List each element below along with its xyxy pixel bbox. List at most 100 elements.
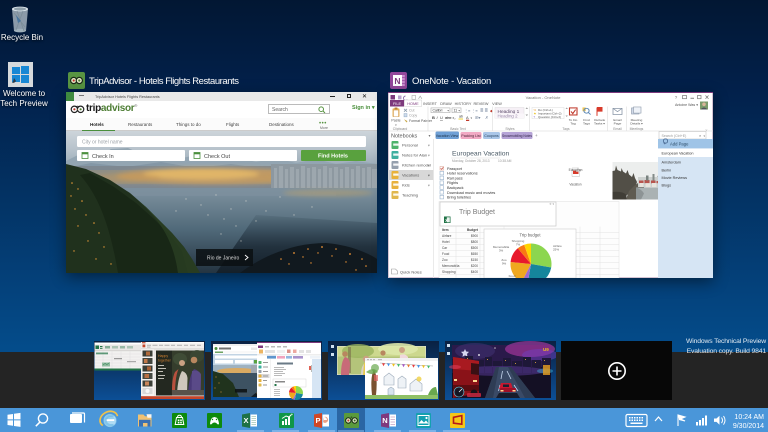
- svg-text:10:38 AM: 10:38 AM: [498, 159, 512, 163]
- svg-text:$800: $800: [471, 240, 478, 244]
- svg-text:Trip budget: Trip budget: [519, 233, 541, 238]
- svg-text:Details ▾: Details ▾: [630, 122, 643, 126]
- svg-text:Question (Ctrl+3): Question (Ctrl+3): [538, 115, 561, 119]
- svg-text:Rail pass: Rail pass: [447, 176, 463, 180]
- svg-text:Shopping: Shopping: [442, 270, 456, 274]
- svg-text:$400: $400: [471, 270, 478, 274]
- svg-text:Zoo: Zoo: [442, 258, 448, 262]
- svg-text:Movie Reviews: Movie Reviews: [662, 176, 688, 180]
- svg-text:Airfare: Airfare: [442, 234, 452, 238]
- svg-text:Rio de Janeiro: Rio de Janeiro: [207, 256, 239, 262]
- svg-text:Find Hotels: Find Hotels: [318, 154, 348, 160]
- svg-text:Add Page: Add Page: [670, 142, 689, 147]
- svg-text:9/30/2014: 9/30/2014: [733, 423, 764, 430]
- svg-text:Heading 2: Heading 2: [498, 114, 519, 119]
- svg-text:City or hotel name: City or hotel name: [82, 140, 123, 146]
- svg-text:Vacation View: Vacation View: [436, 134, 459, 138]
- svg-text:Tasks ▾: Tasks ▾: [594, 122, 605, 126]
- svg-text:Blogs: Blogs: [662, 184, 672, 188]
- svg-text:Tags: Tags: [562, 127, 570, 131]
- svg-text:N: N: [382, 416, 387, 425]
- svg-text:Email: Email: [613, 127, 622, 131]
- svg-text:A: A: [466, 115, 469, 120]
- svg-text:Trip Budget: Trip Budget: [459, 209, 495, 216]
- svg-text:Antoine Was ▾: Antoine Was ▾: [675, 103, 698, 107]
- svg-text:Notebooks: Notebooks: [391, 133, 418, 139]
- svg-text:11: 11: [454, 109, 458, 113]
- svg-text:Item: Item: [442, 228, 449, 232]
- svg-text:⌕: ⌕: [699, 133, 701, 138]
- svg-text:Search (Ctrl+E): Search (Ctrl+E): [662, 134, 687, 138]
- svg-text:✛ ▾: ✛ ▾: [549, 202, 554, 206]
- svg-text:VIEW: VIEW: [492, 102, 502, 106]
- svg-text:Copy: Copy: [409, 114, 417, 118]
- svg-text:Memorabilia: Memorabilia: [442, 264, 460, 268]
- svg-text:✗: ✗: [485, 115, 488, 120]
- svg-text:10:24 AM: 10:24 AM: [734, 414, 764, 421]
- svg-text:P: P: [315, 416, 320, 425]
- svg-text:Coupons: Coupons: [484, 134, 499, 138]
- svg-text:Personal: Personal: [402, 143, 418, 148]
- svg-text:Download music and movies: Download music and movies: [447, 191, 495, 195]
- svg-text:Tags: Tags: [583, 122, 590, 126]
- svg-text:▾: ▾: [428, 153, 430, 157]
- svg-text:⋮≡ ⋮≡: ⋮≡ ⋮≡: [464, 108, 479, 113]
- svg-text:Styles: Styles: [505, 127, 515, 131]
- svg-text:▾: ▾: [428, 173, 430, 177]
- svg-text:Budget: Budget: [467, 228, 479, 232]
- svg-text:Check Out: Check Out: [204, 154, 230, 160]
- svg-text:7%: 7%: [516, 243, 521, 247]
- svg-text:Clipboard: Clipboard: [393, 127, 408, 131]
- svg-text:Notes for Alan: Notes for Alan: [402, 153, 427, 158]
- svg-text:Hotel reservations: Hotel reservations: [447, 172, 478, 176]
- svg-text:Kids: Kids: [402, 183, 410, 188]
- svg-text:Cut: Cut: [409, 109, 414, 113]
- svg-text:$500: $500: [471, 246, 478, 250]
- svg-text:European Vacation: European Vacation: [662, 152, 694, 156]
- svg-text:Check In: Check In: [92, 154, 114, 160]
- svg-text:Passport: Passport: [447, 167, 463, 171]
- svg-text:Kitchen remodel: Kitchen remodel: [402, 163, 431, 168]
- svg-text:European Vacation: European Vacation: [452, 151, 510, 158]
- svg-text:Amsterdam: Amsterdam: [662, 161, 681, 165]
- svg-text:ab: ab: [459, 115, 463, 119]
- svg-text:HOME: HOME: [407, 102, 419, 106]
- svg-text:Food: Food: [509, 274, 516, 278]
- svg-text:▾: ▾: [428, 183, 430, 187]
- svg-text:together: together: [158, 359, 172, 363]
- svg-text:Hotel: Hotel: [442, 240, 450, 244]
- svg-text:Quick Notes: Quick Notes: [400, 270, 422, 275]
- svg-text:$150: $150: [471, 258, 478, 262]
- svg-text:B: B: [432, 115, 435, 120]
- svg-text:Backpack: Backpack: [447, 186, 464, 190]
- svg-text:U: U: [440, 115, 443, 120]
- svg-text:INSERT: INSERT: [423, 102, 438, 106]
- svg-text:FILE: FILE: [393, 102, 401, 106]
- svg-text:Calibri: Calibri: [433, 109, 443, 113]
- svg-text:Vacation - OneNote: Vacation - OneNote: [526, 95, 562, 100]
- svg-text:▾: ▾: [428, 143, 430, 147]
- svg-text:X: X: [445, 218, 448, 224]
- svg-text:Bring toiletries: Bring toiletries: [447, 196, 471, 200]
- svg-text:Page: Page: [614, 122, 622, 126]
- svg-text:$900: $900: [471, 234, 478, 238]
- svg-text:X: X: [243, 416, 248, 425]
- svg-text:9%: 9%: [502, 262, 507, 266]
- svg-text:⊞▾: ⊞▾: [475, 115, 480, 120]
- svg-text:European: European: [569, 168, 583, 172]
- svg-text:Tag: Tag: [570, 122, 576, 126]
- svg-text:Basic Text: Basic Text: [450, 127, 465, 131]
- svg-text:25%: 25%: [553, 248, 559, 252]
- svg-text:$650: $650: [471, 252, 478, 256]
- svg-text:HISTORY: HISTORY: [455, 102, 472, 106]
- svg-text:Monday, October 28, 2013: Monday, October 28, 2013: [452, 159, 490, 163]
- svg-text:Paste: Paste: [391, 119, 400, 123]
- svg-text:Flights: Flights: [447, 181, 458, 185]
- svg-text:Meetings: Meetings: [630, 127, 644, 131]
- svg-text:Format Painter: Format Painter: [409, 119, 433, 123]
- svg-text:N: N: [394, 76, 400, 86]
- svg-text:REVIEW: REVIEW: [474, 102, 489, 106]
- svg-text:$200: $200: [471, 264, 478, 268]
- svg-text:DRAW: DRAW: [440, 102, 452, 106]
- svg-text:3%: 3%: [499, 249, 504, 253]
